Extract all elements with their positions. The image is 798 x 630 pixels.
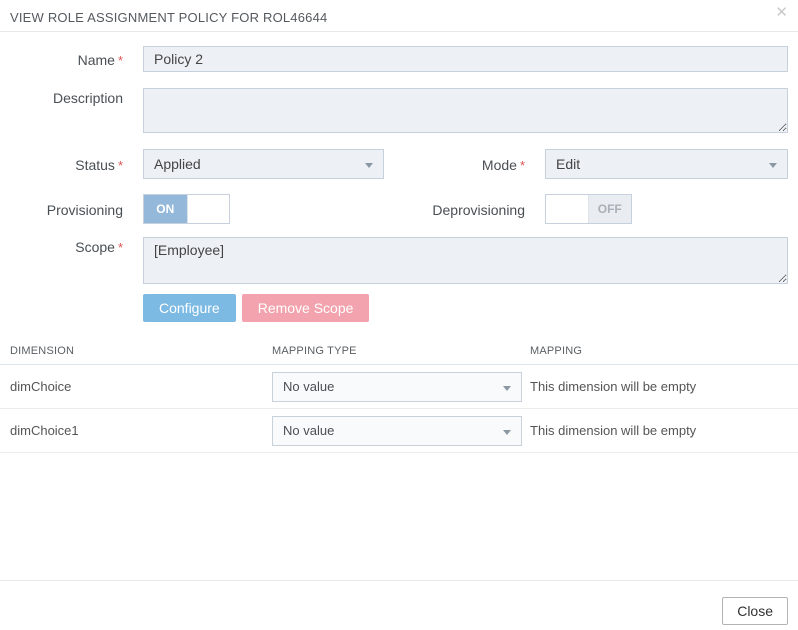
mapping-type-selected-value: No value [283, 423, 334, 438]
provisioning-row: Provisioning ON Deprovisioning OFF [0, 194, 788, 224]
description-row: Description [0, 88, 788, 133]
policy-form: Name* Description Status* Applied Mode* … [0, 32, 798, 322]
deprovisioning-toggle[interactable]: OFF [545, 194, 632, 224]
status-mode-row: Status* Applied Mode* Edit [0, 149, 788, 179]
chevron-down-icon [365, 163, 373, 168]
column-header-mapping: MAPPING [530, 345, 788, 357]
required-asterisk: * [118, 158, 123, 173]
table-row: dimChoice No value This dimension will b… [0, 365, 798, 409]
toggle-knob [187, 195, 230, 223]
provisioning-toggle[interactable]: ON [143, 194, 230, 224]
close-button[interactable]: Close [722, 597, 788, 625]
column-header-dimension: DIMENSION [10, 345, 272, 357]
name-row: Name* [0, 46, 788, 72]
mode-selected-value: Edit [556, 156, 580, 172]
status-selected-value: Applied [154, 156, 201, 172]
close-icon[interactable]: ✕ [775, 4, 788, 22]
dimension-name: dimChoice [10, 379, 272, 394]
role-assignment-policy-modal: VIEW ROLE ASSIGNMENT POLICY FOR ROL46644… [0, 0, 798, 630]
modal-header: VIEW ROLE ASSIGNMENT POLICY FOR ROL46644… [0, 0, 798, 32]
scope-row: Scope* [Employee] [0, 237, 788, 284]
chevron-down-icon [503, 430, 511, 435]
mapping-type-select[interactable]: No value [272, 372, 522, 402]
chevron-down-icon [503, 386, 511, 391]
table-header: DIMENSION MAPPING TYPE MAPPING [0, 337, 798, 365]
toggle-on-label: ON [144, 195, 187, 223]
name-label: Name* [0, 50, 123, 68]
toggle-knob [546, 195, 589, 223]
mapping-value: This dimension will be empty [530, 379, 788, 394]
remove-scope-button[interactable]: Remove Scope [242, 294, 370, 322]
status-select[interactable]: Applied [143, 149, 384, 179]
scope-buttons: Configure Remove Scope [143, 294, 788, 322]
provisioning-label: Provisioning [0, 200, 123, 218]
mapping-type-selected-value: No value [283, 379, 334, 394]
modal-footer: Close [0, 580, 798, 630]
description-label: Description [0, 88, 123, 106]
required-asterisk: * [520, 158, 525, 173]
mode-select[interactable]: Edit [545, 149, 788, 179]
required-asterisk: * [118, 240, 123, 255]
name-input[interactable] [143, 46, 788, 72]
table-row: dimChoice1 No value This dimension will … [0, 409, 798, 453]
mapping-value: This dimension will be empty [530, 423, 788, 438]
chevron-down-icon [769, 163, 777, 168]
column-header-mapping-type: MAPPING TYPE [272, 345, 530, 357]
deprovisioning-label: Deprovisioning [404, 200, 525, 218]
toggle-off-label: OFF [589, 195, 632, 223]
mapping-type-select[interactable]: No value [272, 416, 522, 446]
scope-textarea[interactable]: [Employee] [143, 237, 788, 284]
required-asterisk: * [118, 53, 123, 68]
dimensions-table: DIMENSION MAPPING TYPE MAPPING dimChoice… [0, 337, 798, 453]
dimension-name: dimChoice1 [10, 423, 272, 438]
scope-label: Scope* [0, 237, 123, 255]
modal-title: VIEW ROLE ASSIGNMENT POLICY FOR ROL46644 [10, 10, 788, 25]
mode-label: Mode* [404, 155, 525, 173]
status-label: Status* [0, 155, 123, 173]
configure-button[interactable]: Configure [143, 294, 236, 322]
description-textarea[interactable] [143, 88, 788, 133]
